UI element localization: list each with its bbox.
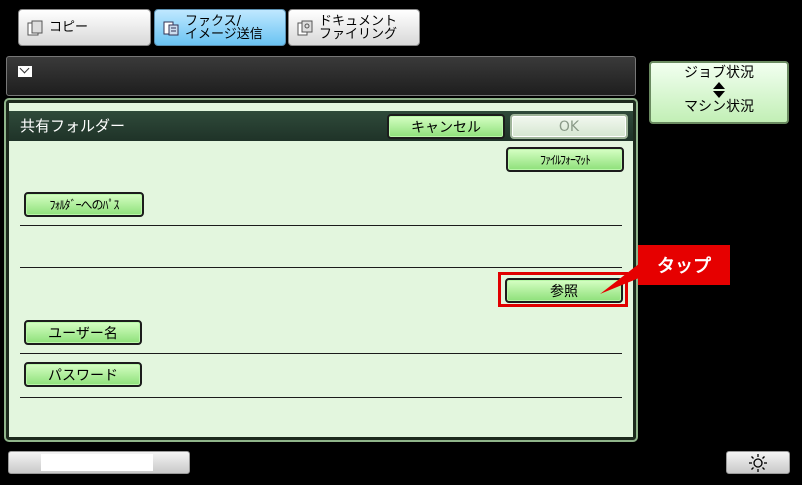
brightness-button[interactable] bbox=[726, 451, 790, 474]
cancel-button[interactable]: キャンセル bbox=[387, 114, 505, 139]
password-label: パスワード bbox=[48, 367, 118, 384]
password-button[interactable]: パスワード bbox=[24, 362, 142, 387]
username-label: ユーザー名 bbox=[48, 325, 118, 342]
copy-icon bbox=[27, 20, 43, 35]
tap-callout: タップ bbox=[638, 245, 730, 285]
tap-callout-label: タップ bbox=[657, 256, 711, 277]
scrollbar-knob[interactable] bbox=[41, 454, 153, 471]
folder-path-button[interactable]: ﾌｫﾙﾀﾞｰへのﾊﾟｽ bbox=[24, 192, 144, 217]
file-format-button[interactable]: ﾌｧｲﾙﾌｫｰﾏｯﾄ bbox=[506, 147, 624, 172]
folder-path-label: ﾌｫﾙﾀﾞｰへのﾊﾟｽ bbox=[49, 198, 119, 212]
ok-button-label: OK bbox=[558, 118, 580, 135]
tab-document-filing-label: ドキュメント ファイリング bbox=[319, 13, 398, 42]
password-line bbox=[20, 397, 622, 398]
job-status-button[interactable]: ジョブ状況 マシン状況 bbox=[649, 61, 789, 124]
panel-header: 共有フォルダー キャンセル OK bbox=[9, 111, 633, 141]
up-down-arrows-icon bbox=[712, 82, 726, 98]
tab-fax-image-send[interactable]: ファクス/ イメージ送信 bbox=[154, 9, 286, 46]
bottom-scrollbar[interactable] bbox=[8, 451, 190, 474]
brightness-icon bbox=[749, 453, 767, 472]
fax-icon bbox=[163, 21, 179, 35]
folder-path-line2 bbox=[20, 267, 622, 268]
document-filing-icon bbox=[297, 20, 313, 35]
cancel-button-label: キャンセル bbox=[411, 119, 481, 136]
tab-document-filing[interactable]: ドキュメント ファイリング bbox=[288, 9, 420, 46]
machine-status-label: マシン状況 bbox=[684, 99, 754, 115]
shared-folder-panel: 共有フォルダー キャンセル OK ﾌｧｲﾙﾌｫｰﾏｯﾄ ﾌｫﾙﾀﾞｰへのﾊﾟｽ … bbox=[4, 98, 638, 442]
message-bar bbox=[6, 56, 636, 96]
job-status-label: ジョブ状況 bbox=[684, 65, 754, 81]
page-title: 共有フォルダー bbox=[20, 117, 126, 135]
tab-copy-label: コピー bbox=[49, 20, 89, 35]
tab-copy[interactable]: コピー bbox=[18, 9, 151, 46]
file-format-label: ﾌｧｲﾙﾌｫｰﾏｯﾄ bbox=[539, 153, 591, 167]
ok-button[interactable]: OK bbox=[510, 114, 628, 139]
folder-path-line1 bbox=[20, 225, 622, 226]
username-line bbox=[20, 353, 622, 354]
username-button[interactable]: ユーザー名 bbox=[24, 320, 142, 345]
envelope-icon bbox=[18, 66, 32, 77]
tab-fax-label: ファクス/ イメージ送信 bbox=[185, 13, 263, 42]
